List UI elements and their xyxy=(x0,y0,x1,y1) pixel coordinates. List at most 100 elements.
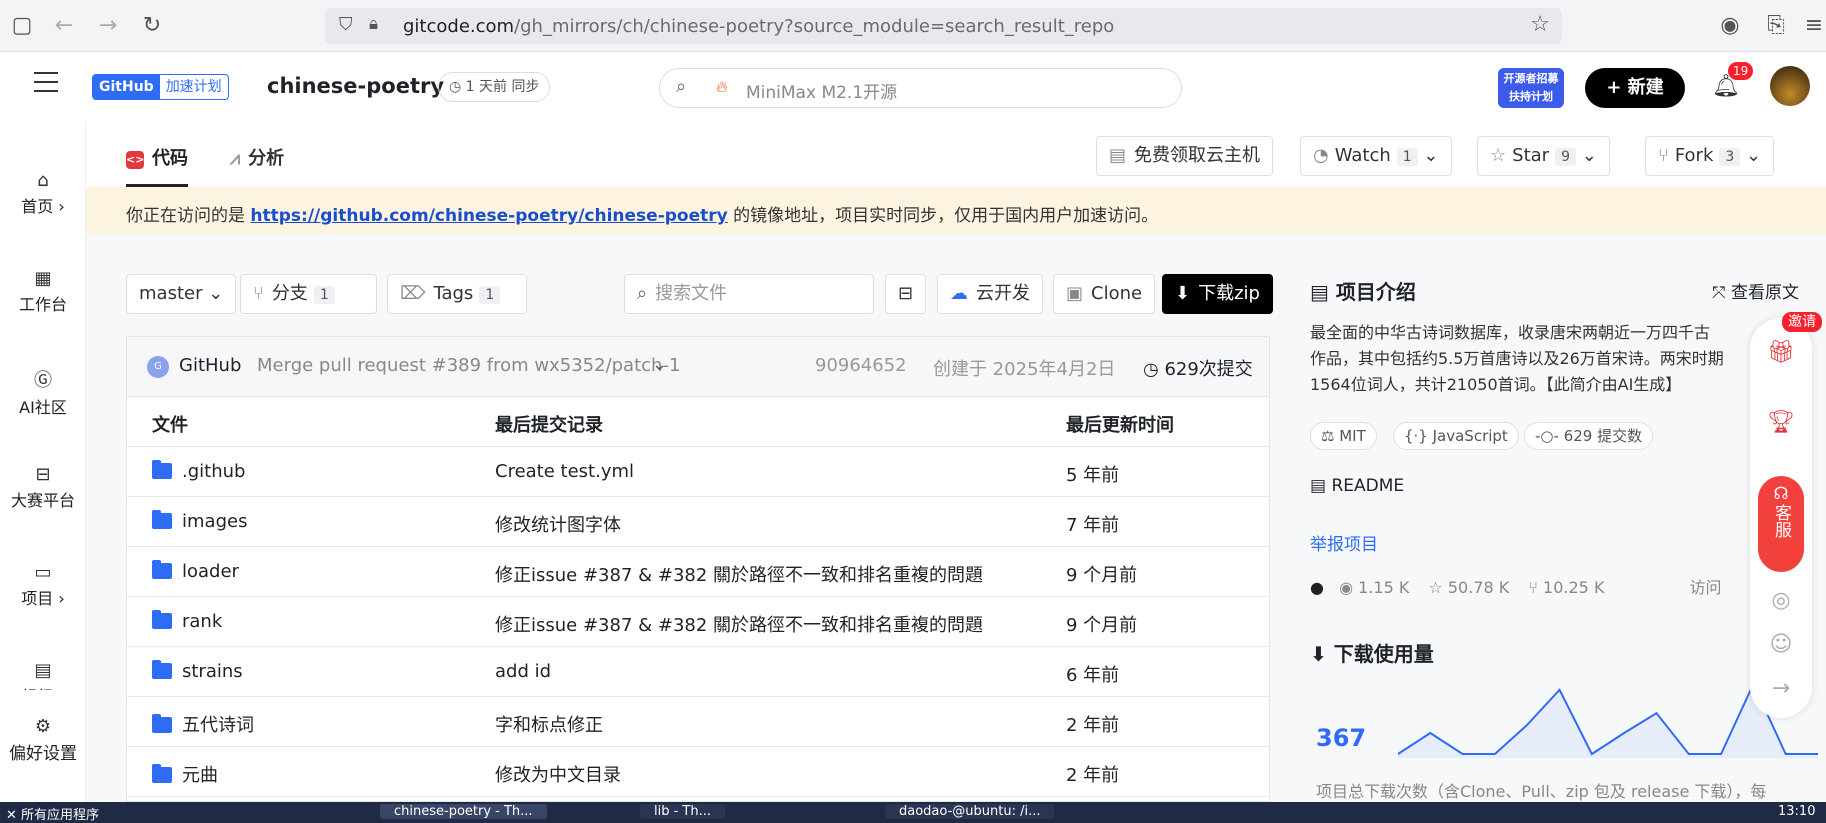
commit-author[interactable]: GitHub xyxy=(179,355,241,376)
sidebar-item-ai-community[interactable]: Ⓖ AI社区 xyxy=(0,366,86,418)
repo-name[interactable]: chinese-poetry xyxy=(267,74,444,98)
tags-button[interactable]: ⌦ Tags 1 xyxy=(387,274,527,314)
sidebar-toggle-icon[interactable]: ▢ xyxy=(8,12,36,40)
account-icon[interactable]: ◉ xyxy=(1716,12,1744,40)
downloads-note: 项目总下载次数（含Clone、Pull、zip 包及 release 下载），每 xyxy=(1316,782,1767,801)
fork-button[interactable]: ⑂ Fork 3 ⌄ xyxy=(1645,136,1775,176)
report-link[interactable]: 举报项目 xyxy=(1310,530,1378,555)
code-view-button[interactable]: ⊟ xyxy=(885,274,926,314)
folder-icon xyxy=(152,714,172,733)
download-zip-button[interactable]: ⬇ 下载zip xyxy=(1162,274,1273,314)
new-button[interactable]: + 新建 xyxy=(1585,68,1685,108)
reload-icon[interactable]: ↻ xyxy=(138,12,166,40)
table-row[interactable]: strains add id 6 年前 xyxy=(127,647,1269,697)
mirror-badge: GitHub 加速计划 xyxy=(92,74,229,100)
branches-button[interactable]: ⑂ 分支 1 xyxy=(240,274,377,314)
smile-icon[interactable]: ☺ xyxy=(1760,632,1802,657)
mirror-source-link[interactable]: https://github.com/chinese-poetry/chines… xyxy=(250,206,727,226)
cloud-icon: ☁ xyxy=(950,283,968,304)
language-badge[interactable]: {·} JavaScript xyxy=(1393,422,1519,450)
cloud-dev-button[interactable]: ☁ 云开发 xyxy=(937,274,1043,314)
taskbar-item[interactable]: lib - Th... xyxy=(640,804,726,819)
hamburger-icon[interactable] xyxy=(34,72,58,92)
folder-icon xyxy=(152,510,172,529)
cloud-host-button[interactable]: ▤ 免费领取云主机 xyxy=(1096,136,1274,176)
sidebar-item-projects[interactable]: ▭ 项目 › xyxy=(0,562,86,609)
sidebar-item-home[interactable]: ⌂ 首页 › xyxy=(0,170,86,217)
trophy-icon[interactable]: 🏆︎ xyxy=(1760,410,1802,435)
forward-icon[interactable]: → xyxy=(94,12,122,40)
about-panel: ▤ 项目介绍 ⤧ 查看原文 最全面的中华古诗词数据库，收录唐宋两朝近一万四千古 … xyxy=(1288,268,1826,802)
readme-link[interactable]: ▤ README xyxy=(1310,476,1404,496)
taskbar-item[interactable]: chinese-poetry - Th... xyxy=(380,804,547,819)
github-avatar: G xyxy=(147,356,169,378)
file-search-input[interactable]: ⌕ 搜索文件 xyxy=(624,274,874,314)
branch-select[interactable]: master ⌄ xyxy=(126,274,237,314)
left-sidebar: ⌂首页 › ▦工作台 ⒼAI社区 ⊟大赛平台 ▭项目 › ▤组织 › ⚙偏好设置 xyxy=(0,122,86,802)
fire-icon: 🔥︎ xyxy=(716,77,728,96)
org-icon: ▤ xyxy=(34,660,52,681)
tab-analysis[interactable]: ⩘ 分析 xyxy=(230,144,284,170)
extensions-icon[interactable]: ⎘ xyxy=(1762,12,1790,40)
commit-count[interactable]: ◷ 629次提交 xyxy=(1143,355,1253,381)
clock: 13:10 xyxy=(1778,804,1816,819)
eye-icon: ◔ xyxy=(1313,145,1329,166)
arrow-right-icon[interactable]: → xyxy=(1760,676,1802,701)
taskbar-item[interactable]: daodao-@ubuntu: /i... xyxy=(885,804,1055,819)
table-row[interactable]: loader 修正issue #387 & #382 關於路徑不一致和排名重複的問… xyxy=(127,547,1269,597)
x-logo-icon: ✕ xyxy=(6,808,22,823)
table-row[interactable]: rank 修正issue #387 & #382 關於路徑不一致和排名重複的問題 9… xyxy=(127,597,1269,647)
bookmark-star-icon[interactable]: ☆ xyxy=(1530,12,1550,37)
chevron-down-icon[interactable]: ⌄ xyxy=(652,354,667,375)
watch-button[interactable]: ◔ Watch 1 ⌄ xyxy=(1300,136,1452,176)
promo-banner[interactable]: 开源者招募 扶持计划 xyxy=(1498,68,1564,108)
commit-hash[interactable]: 90964652 xyxy=(815,355,907,376)
ai-icon: Ⓖ xyxy=(34,370,52,391)
url-text: gitcode.com/gh_mirrors/ch/chinese-poetry… xyxy=(403,16,1115,37)
download-icon: ⬇ xyxy=(1175,283,1191,304)
view-original-button[interactable]: ⤧ 查看原文 xyxy=(1712,278,1799,303)
downloads-total: 367 xyxy=(1316,724,1367,752)
code-brackets-icon: {·} xyxy=(1404,427,1433,445)
start-menu-button[interactable]: ✕ 所有应用程序 xyxy=(6,804,99,823)
feedback-icon[interactable]: ◎ xyxy=(1760,588,1802,613)
table-row[interactable]: images 修改统计图字体 7 年前 xyxy=(127,497,1269,547)
address-bar[interactable]: ⛉ 🔒︎ gitcode.com/gh_mirrors/ch/chinese-p… xyxy=(325,8,1562,44)
chart-icon: ⩘ xyxy=(230,148,241,169)
browser-toolbar: ▢ ← → ↻ ⛉ 🔒︎ gitcode.com/gh_mirrors/ch/c… xyxy=(0,0,1826,52)
document-icon: ▤ xyxy=(1310,280,1336,304)
chevron-down-icon: ⌄ xyxy=(1423,145,1439,166)
menu-icon[interactable]: ≡ xyxy=(1800,12,1826,40)
customer-service-button[interactable]: ☊ 客服 xyxy=(1758,476,1804,572)
fork-icon: ⑂ xyxy=(1658,145,1669,166)
table-row[interactable]: .github Create test.yml 5 年前 xyxy=(127,447,1269,497)
sidebar-item-settings[interactable]: ⚙ 偏好设置 xyxy=(0,716,86,764)
commits-badge[interactable]: -○- 629 提交数 xyxy=(1524,422,1654,450)
global-search[interactable]: ⌕ 🔥︎ MiniMax M2.1开源 xyxy=(659,68,1182,108)
sidebar-item-contest[interactable]: ⊟ 大赛平台 xyxy=(0,464,86,511)
download-icon: ⬇ xyxy=(1310,642,1334,666)
table-row[interactable]: 五代诗词 字和标点修正 2 年前 xyxy=(127,697,1269,747)
gift-icon[interactable]: 🎁︎ xyxy=(1760,340,1802,365)
latest-commit-bar: G GitHub Merge pull request #389 from wx… xyxy=(127,337,1269,397)
commit-message[interactable]: Merge pull request #389 from wx5352/patc… xyxy=(257,355,680,376)
search-icon: ⌕ xyxy=(637,283,648,304)
sidebar-item-org[interactable]: ▤组织 › xyxy=(0,660,86,690)
tab-code[interactable]: <> 代码 xyxy=(126,144,188,187)
search-icon: ⌕ xyxy=(676,76,687,97)
github-icon: ● xyxy=(1310,578,1324,597)
invite-badge[interactable]: 邀请 xyxy=(1782,312,1822,332)
clone-button[interactable]: ▣ Clone xyxy=(1053,274,1156,314)
star-icon: ☆ xyxy=(1428,578,1443,597)
monitor-icon: ⊟ xyxy=(897,283,914,304)
site-header: GitHub 加速计划 chinese-poetry ◷ 1 天前 同步 ⌕ 🔥… xyxy=(0,52,1826,122)
back-icon[interactable]: ← xyxy=(50,12,78,40)
gear-icon: ⚙ xyxy=(34,716,52,737)
license-badge[interactable]: ⚖ MIT xyxy=(1310,422,1377,450)
avatar[interactable] xyxy=(1770,66,1810,106)
star-button[interactable]: ☆ Star 9 ⌄ xyxy=(1477,136,1610,176)
created-date: 创建于 2025年4月2日 xyxy=(933,359,1116,380)
table-row[interactable]: 元曲 修改为中文目录 2 年前 xyxy=(127,747,1269,797)
sidebar-item-workbench[interactable]: ▦ 工作台 xyxy=(0,268,86,315)
table-header: 文件 最后提交记录 最后更新时间 xyxy=(127,397,1269,447)
